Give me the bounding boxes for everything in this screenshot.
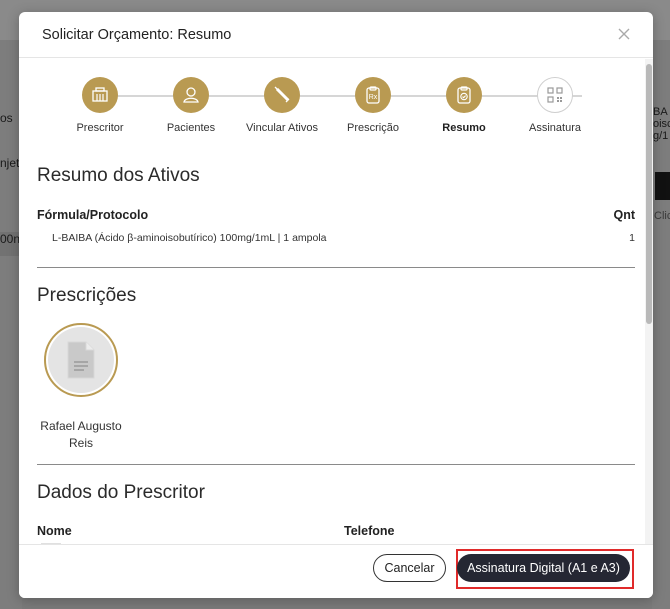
step-prescritor[interactable]: Prescritor <box>55 77 145 134</box>
close-icon <box>618 28 630 40</box>
ativo-qnt: 1 <box>629 232 635 244</box>
step-assinatura[interactable]: Assinatura <box>510 77 600 134</box>
step-prescricao[interactable]: Rx Prescrição <box>328 77 418 134</box>
prescription-document-inner <box>48 327 114 393</box>
section-divider <box>37 267 635 268</box>
prescritor-section-title: Dados do Prescritor <box>37 482 205 503</box>
svg-text:Rx: Rx <box>369 94 378 101</box>
background-text: os <box>0 111 13 125</box>
request-quote-modal: Solicitar Orçamento: Resumo Prescritor P… <box>19 12 653 598</box>
prescription-icon: Rx <box>366 86 380 104</box>
step-circle <box>173 77 209 113</box>
modal-footer: Cancelar Assinatura Digital (A1 e A3) <box>19 544 653 598</box>
background-button <box>655 172 670 200</box>
step-label: Assinatura <box>529 122 581 134</box>
building-icon <box>92 87 108 102</box>
modal-title: Solicitar Orçamento: Resumo <box>42 27 232 43</box>
step-label: Prescritor <box>76 122 124 134</box>
background-text: 00n <box>0 232 20 246</box>
cancel-button[interactable]: Cancelar <box>373 554 446 582</box>
qnt-column-header: Qnt <box>613 208 635 222</box>
step-label: Vincular Ativos <box>246 122 318 134</box>
prescription-document[interactable] <box>44 323 118 397</box>
section-divider <box>37 464 635 465</box>
step-resumo[interactable]: Resumo <box>419 77 509 134</box>
step-vincular-ativos[interactable]: Vincular Ativos <box>237 77 327 134</box>
step-circle <box>264 77 300 113</box>
ativos-section-title: Resumo dos Ativos <box>37 165 200 186</box>
syringe-icon <box>274 86 290 103</box>
prescricoes-section-title: Prescrições <box>37 285 137 306</box>
background-text: BA ( <box>653 106 670 118</box>
telefone-column-header: Telefone <box>344 524 395 538</box>
step-label: Resumo <box>442 122 486 134</box>
prescription-patient-name: Rafael Augusto Reis <box>40 419 122 450</box>
stepper: Prescritor Pacientes Vincular Ativos Rx … <box>55 77 625 137</box>
qr-code-icon <box>547 87 563 103</box>
step-circle <box>446 77 482 113</box>
modal-header: Solicitar Orçamento: Resumo <box>19 12 653 58</box>
modal-body: Prescritor Pacientes Vincular Ativos Rx … <box>19 59 653 544</box>
background-text: njet <box>0 156 20 170</box>
step-pacientes[interactable]: Pacientes <box>146 77 236 134</box>
patient-icon <box>183 87 199 103</box>
step-circle <box>537 77 573 113</box>
step-label: Pacientes <box>166 122 216 134</box>
document-icon <box>67 341 95 379</box>
step-circle <box>82 77 118 113</box>
background-text: Clic <box>654 210 670 222</box>
step-circle: Rx <box>355 77 391 113</box>
step-label: Prescrição <box>347 122 399 134</box>
clipboard-check-icon <box>457 86 471 104</box>
background-text: oisc <box>653 118 670 130</box>
nome-column-header: Nome <box>37 524 72 538</box>
formula-column-header: Fórmula/Protocolo <box>37 208 149 222</box>
ativo-formula: L-BAIBA (Ácido β-aminoisobutírico) 100mg… <box>52 232 327 244</box>
digital-signature-button[interactable]: Assinatura Digital (A1 e A3) <box>457 554 630 582</box>
close-button[interactable] <box>615 25 633 43</box>
modal-scrollbar-thumb[interactable] <box>646 64 652 324</box>
background-text: g/1 <box>653 130 669 142</box>
